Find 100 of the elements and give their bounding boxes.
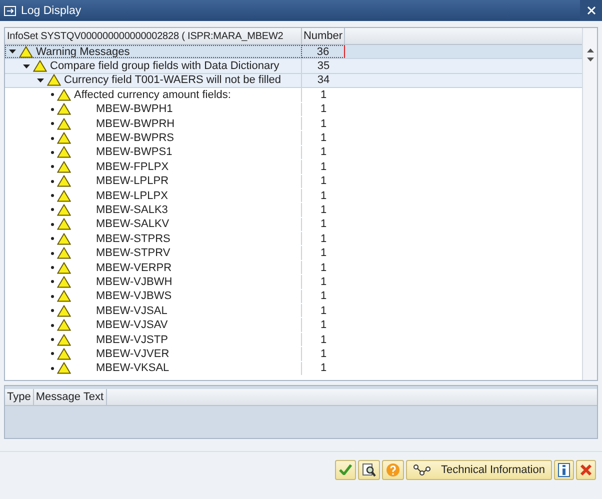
tree-row[interactable]: MBEW-BWPH1 1	[5, 102, 582, 117]
tree-row[interactable]: MBEW-VKSAL 1	[5, 362, 582, 376]
bullet-icon	[51, 194, 54, 198]
tree-row[interactable]: Affected currency amount fields: 1	[5, 88, 582, 103]
bullet-icon	[51, 366, 54, 370]
bullet-icon	[51, 108, 54, 111]
warning-icon	[57, 132, 71, 144]
number-cell: 36	[302, 45, 345, 58]
tree-row[interactable]: MBEW-LPLPX 1	[5, 188, 582, 204]
bullet-icon	[51, 309, 54, 312]
warning-icon	[57, 190, 71, 202]
bullet-icon	[51, 136, 54, 140]
tree-row[interactable]: MBEW-VERPR 1	[5, 260, 582, 276]
number-cell-text: 1	[319, 203, 328, 217]
message-text: MBEW-SALK3	[95, 204, 168, 216]
column-header[interactable]: Number	[302, 28, 345, 44]
tree-row[interactable]: MBEW-BWPRS 1	[5, 131, 582, 146]
bullet-icon	[51, 266, 54, 270]
tree-row[interactable]: MBEW-STPRS 1	[5, 232, 582, 246]
tree-row[interactable]: MBEW-VJSAL 1	[5, 304, 582, 318]
bullet-icon	[51, 93, 54, 96]
number-cell-text: 1	[319, 174, 328, 188]
bullet-icon	[51, 352, 54, 356]
tree-row[interactable]: MBEW-VJSTP 1	[5, 332, 582, 348]
bullet-icon	[51, 338, 54, 341]
warning-icon	[57, 334, 71, 346]
check-icon	[339, 464, 352, 475]
technical-information-button[interactable]: Technical Information	[406, 460, 552, 480]
tree-row[interactable]: MBEW-VJBWH 1	[5, 275, 582, 290]
tree-row[interactable]: Currency field T001-WAERS will not be filled 34	[5, 74, 582, 88]
message-text: MBEW-SALKV	[95, 218, 170, 230]
tree-row[interactable]: MBEW-BWPRH 1	[5, 116, 582, 132]
scroll-down-icon[interactable]	[586, 57, 594, 62]
help-icon	[386, 462, 400, 476]
number-cell-text: 1	[319, 146, 328, 160]
number-cell-text: 1	[319, 347, 328, 361]
warning-icon	[57, 160, 71, 173]
number-cell-text: 1	[319, 131, 328, 145]
number-cell-text: 1	[319, 218, 328, 232]
expand-arrow-icon[interactable]	[9, 49, 16, 54]
window-title: Log Display	[21, 4, 82, 16]
bullet-icon	[51, 324, 54, 327]
warning-icon	[57, 204, 71, 216]
info-icon	[558, 462, 570, 476]
expand-arrow-icon[interactable]	[23, 64, 30, 69]
tree-row[interactable]: MBEW-VJBWS 1	[5, 290, 582, 304]
window-icon	[4, 6, 16, 16]
warning-icon	[57, 304, 71, 317]
number-cell-text: 1	[319, 246, 328, 260]
tree-row[interactable]: MBEW-VJVER 1	[5, 347, 582, 362]
message-text: MBEW-STPRV	[95, 247, 170, 260]
message-text: MBEW-VERPR	[95, 262, 172, 274]
message-text: MBEW-VJSTP	[95, 334, 168, 346]
close-icon	[586, 6, 596, 15]
column-header[interactable]: Type	[5, 389, 34, 405]
bullet-icon	[51, 180, 54, 183]
tree-row[interactable]: MBEW-LPLPR 1	[5, 174, 582, 189]
warning-icon	[57, 262, 71, 274]
tree-row[interactable]: MBEW-SALKV 1	[5, 218, 582, 232]
tree-row[interactable]: Compare field group fields with Data Dictionary 35	[5, 59, 582, 74]
bullet-icon	[51, 280, 54, 284]
number-cell-text: 34	[316, 74, 331, 88]
warning-icon	[57, 276, 71, 288]
column-header[interactable]: Message Text	[34, 389, 107, 405]
warning-icon	[57, 319, 71, 332]
find-button[interactable]	[358, 460, 380, 480]
expand-arrow-icon[interactable]	[37, 78, 44, 83]
close-button[interactable]	[580, 0, 602, 21]
warning-icon	[57, 146, 71, 158]
warning-icon	[57, 118, 71, 130]
message-text: MBEW-VJSAV	[95, 319, 168, 332]
message-text: MBEW-VJVER	[95, 348, 170, 360]
tree-row[interactable]: MBEW-VJSAV 1	[5, 318, 582, 333]
number-cell-text: 1	[319, 260, 328, 274]
scrollbar[interactable]	[582, 28, 597, 380]
bullet-icon	[51, 237, 54, 240]
tree-row[interactable]: MBEW-STPRV 1	[5, 246, 582, 261]
scroll-up-icon[interactable]	[586, 48, 594, 53]
tree-row[interactable]: MBEW-FPLPX 1	[5, 160, 582, 175]
tree-row[interactable]: MBEW-SALK3 1	[5, 203, 582, 218]
message-text: MBEW-BWPRS	[95, 132, 174, 144]
number-cell-text: 1	[319, 160, 328, 174]
tree-row[interactable]: MBEW-BWPS1 1	[5, 146, 582, 160]
message-text: MBEW-VJSAL	[95, 304, 168, 317]
message-text: Affected currency amount fields:	[74, 88, 231, 101]
network-icon	[413, 464, 432, 476]
number-cell-text: 1	[319, 88, 328, 102]
bullet-icon	[51, 252, 54, 255]
warning-icon	[57, 175, 71, 188]
cancel-icon	[580, 464, 592, 476]
message-text: MBEW-BWPH1	[95, 103, 173, 116]
bullet-icon	[51, 150, 54, 154]
warning-icon	[57, 232, 71, 245]
tree-row[interactable]: Warning Messages 36	[5, 45, 582, 60]
warning-icon	[57, 247, 71, 260]
cancel-button[interactable]	[576, 460, 596, 480]
bullet-icon	[51, 222, 54, 226]
column-header[interactable]: InfoSet SYSTQV000000000000002828 ( ISPR:MARA_MBEW2	[5, 28, 302, 44]
warning-icon	[57, 348, 71, 360]
info-button[interactable]	[554, 460, 574, 480]
